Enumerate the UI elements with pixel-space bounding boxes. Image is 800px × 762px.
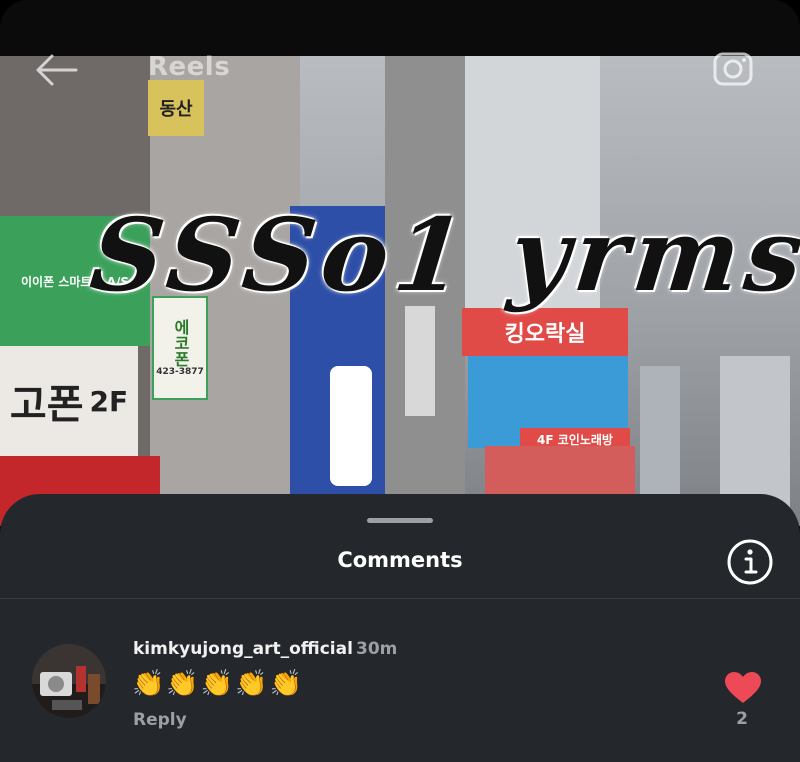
- phone-shop-sign: 고폰 2F: [0, 346, 138, 456]
- comments-sheet: Comments kimkyujong_art_official 30m 👏👏👏…: [0, 494, 800, 762]
- reels-header: Reels: [0, 40, 800, 96]
- reel-video[interactable]: 동산 이이폰 스마트폰 A/S 에코폰 423-3877 고폰 2F 킹오락실 4…: [0, 56, 800, 526]
- page-title: Reels: [148, 52, 231, 82]
- drag-handle[interactable]: [367, 518, 433, 523]
- logo-sign: [330, 366, 372, 486]
- comment-time: 30m: [356, 639, 398, 659]
- camera-icon[interactable]: [710, 46, 756, 92]
- comment-text: 👏👏👏👏👏: [132, 669, 304, 699]
- back-arrow-icon[interactable]: [32, 50, 80, 90]
- sheet-title: Comments: [337, 548, 463, 572]
- comment-item: kimkyujong_art_official 30m 👏👏👏👏👏 Reply …: [0, 599, 800, 762]
- heart-icon[interactable]: [724, 671, 762, 705]
- reply-button[interactable]: Reply: [133, 710, 187, 730]
- like-count: 2: [736, 709, 748, 729]
- avatar[interactable]: [32, 644, 106, 718]
- comment-username[interactable]: kimkyujong_art_official: [133, 639, 353, 659]
- info-icon[interactable]: [726, 538, 774, 586]
- video-overlay-text: SSSo1 yrmsn: [85, 196, 800, 314]
